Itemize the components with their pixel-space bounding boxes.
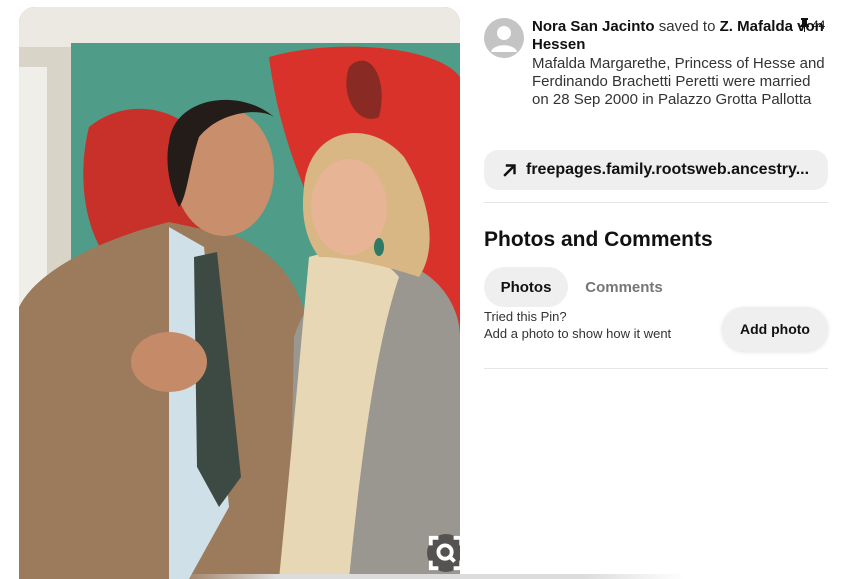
saved-to-text: saved to: [658, 18, 716, 35]
tried-pin-prompt: Tried this Pin? Add a photo to show how …: [484, 308, 671, 342]
pin-photo: [19, 7, 460, 579]
tab-photos[interactable]: Photos: [484, 267, 568, 307]
divider: [484, 202, 828, 203]
source-link-label: freepages.family.rootsweb.ancestry...: [526, 161, 810, 178]
pin-description: Mafalda Margarethe, Princess of Hesse an…: [532, 55, 825, 108]
source-link-button[interactable]: freepages.family.rootsweb.ancestry...: [484, 150, 828, 190]
pin-image[interactable]: [19, 7, 460, 579]
visual-search-button[interactable]: [427, 534, 460, 572]
add-photo-button[interactable]: Add photo: [722, 307, 828, 351]
photos-comments-title: Photos and Comments: [484, 228, 713, 251]
saver-avatar[interactable]: [484, 18, 524, 58]
visual-search-icon: [428, 535, 460, 571]
tried-pin-title: Tried this Pin?: [484, 309, 567, 324]
tried-pin-subtitle: Add a photo to show how it went: [484, 326, 672, 341]
default-avatar-icon: [491, 26, 517, 52]
pushpin-icon: [800, 18, 809, 32]
pin-count-value: 44: [812, 18, 826, 32]
arrow-up-right-icon: [503, 164, 516, 177]
saver-name-link[interactable]: Nora San Jacinto: [532, 18, 655, 35]
scroll-indicator: [175, 574, 685, 579]
pin-attribution: Nora San Jacinto saved to Z. Mafalda von…: [532, 18, 828, 54]
divider: [484, 368, 828, 369]
tab-comments[interactable]: Comments: [572, 267, 676, 307]
pin-count: 44: [799, 18, 825, 32]
